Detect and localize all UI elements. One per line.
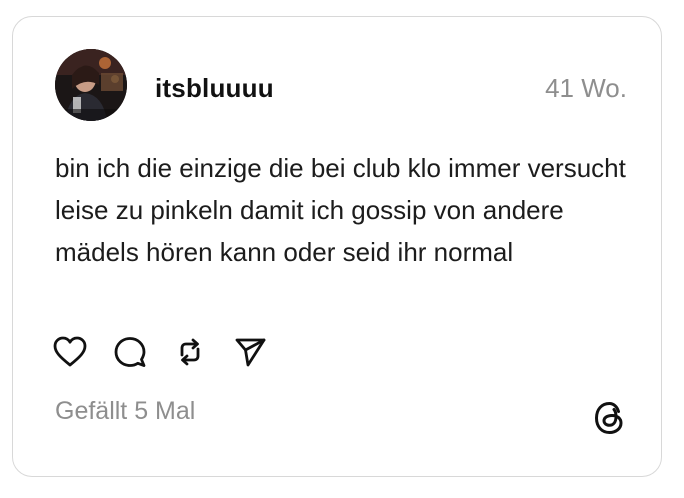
share-button[interactable] bbox=[233, 335, 273, 369]
repost-button[interactable] bbox=[173, 335, 213, 369]
heart-icon bbox=[53, 336, 87, 367]
like-button[interactable] bbox=[53, 335, 93, 369]
repost-icon bbox=[180, 338, 200, 366]
threads-post-card: itsbluuuu 41 Wo. bin ich die einzige die… bbox=[12, 16, 662, 477]
likes-count[interactable]: Gefällt 5 Mal bbox=[55, 397, 195, 426]
comment-button[interactable] bbox=[113, 335, 153, 369]
avatar-photo-icon bbox=[55, 49, 127, 121]
threads-logo-icon[interactable] bbox=[591, 399, 629, 437]
username[interactable]: itsbluuuu bbox=[155, 73, 274, 104]
threads-logo-glyph bbox=[595, 402, 623, 434]
comment-icon bbox=[114, 337, 146, 367]
avatar[interactable] bbox=[55, 49, 127, 121]
post-text: bin ich die einzige die bei club klo imm… bbox=[55, 153, 626, 267]
post-actions bbox=[53, 335, 273, 369]
post-timestamp[interactable]: 41 Wo. bbox=[545, 73, 627, 104]
send-icon bbox=[235, 338, 266, 367]
